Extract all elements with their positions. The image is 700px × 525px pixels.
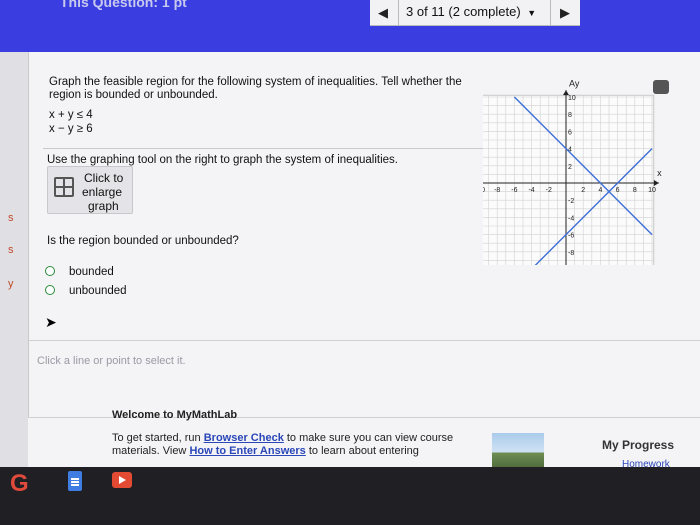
- x-tick-label: -2: [546, 187, 552, 194]
- screen: This Question: 1 pt ◀ 3 of 11 (2 complet…: [0, 0, 700, 525]
- prompt-line: Graph the feasible region for the follow…: [49, 76, 462, 88]
- x-tick-label: -4: [528, 187, 534, 194]
- option-bounded[interactable]: bounded: [45, 266, 114, 278]
- my-progress-link[interactable]: My Progress: [602, 438, 674, 452]
- play-icon[interactable]: [112, 472, 132, 488]
- taskbar: G: [0, 467, 700, 525]
- text: to make sure you can view course: [283, 432, 454, 444]
- section-divider: [43, 148, 497, 149]
- question-prompt: Graph the feasible region for the follow…: [49, 76, 469, 102]
- enter-answers-link[interactable]: How to Enter Answers: [189, 445, 305, 457]
- x-tick-label: -8: [494, 187, 500, 194]
- option-label: unbounded: [69, 285, 127, 297]
- text: To get started, run: [112, 432, 204, 444]
- x-tick-label: 2: [581, 187, 585, 194]
- option-unbounded[interactable]: unbounded: [45, 285, 127, 297]
- docs-icon[interactable]: [68, 471, 82, 491]
- edge-char: s: [8, 212, 14, 224]
- graphing-tool[interactable]: Ayx-10-8-6-4-2246810108642-2-4-6-8-10: [483, 80, 663, 265]
- text: materials. View: [112, 445, 190, 457]
- question-progress-dropdown[interactable]: 3 of 11 (2 complete) ▼: [406, 4, 536, 19]
- enlarge-graph-button[interactable]: Click to enlarge graph: [47, 166, 133, 214]
- prompt-line: region is bounded or unbounded.: [49, 89, 218, 101]
- edge-char: y: [8, 278, 14, 290]
- y-tick-label: 2: [568, 164, 572, 171]
- y-tick-label: -6: [568, 233, 574, 240]
- enlarge-grid-icon: [54, 177, 74, 197]
- previous-question-icon[interactable]: ◀: [374, 5, 392, 21]
- inequality-1: x + y ≤ 4: [49, 109, 93, 121]
- y-tick-label: -8: [568, 250, 574, 257]
- y-tick-label: 10: [568, 95, 576, 102]
- x-tick-label: -6: [511, 187, 517, 194]
- question-points-label: This Question: 1 pt: [60, 0, 187, 10]
- landscape-thumbnail: [492, 433, 544, 468]
- top-header: This Question: 1 pt ◀ 3 of 11 (2 complet…: [0, 0, 700, 52]
- text: to learn about entering: [305, 445, 419, 457]
- y-tick-label: 6: [568, 129, 572, 136]
- mouse-cursor-icon: ➤: [45, 314, 57, 330]
- radio-button[interactable]: [45, 285, 55, 295]
- divider: [550, 0, 551, 26]
- next-question-icon[interactable]: ▶: [556, 5, 574, 21]
- y-tick-label: 8: [568, 112, 572, 119]
- x-tick-label: 4: [598, 187, 602, 194]
- hint-text: Click a line or point to select it.: [37, 355, 186, 367]
- bounded-question: Is the region bounded or unbounded?: [47, 235, 239, 247]
- y-axis-label: Ay: [569, 80, 580, 89]
- x-tick-label: -10: [483, 187, 485, 194]
- getting-started-line-1: To get started, run Browser Check to mak…: [112, 432, 453, 444]
- dropdown-arrow-icon: ▼: [527, 8, 537, 18]
- y-tick-label: -2: [568, 198, 574, 205]
- x-axis-arrow: [653, 180, 659, 186]
- left-edge: s s y: [0, 52, 28, 467]
- getting-started-line-2: materials. View How to Enter Answers to …: [112, 445, 419, 457]
- enlarge-label-2: enlarge: [82, 185, 123, 199]
- y-tick-label: -4: [568, 215, 574, 222]
- inequality-2: x − y ≥ 6: [49, 123, 93, 135]
- radio-button[interactable]: [45, 266, 55, 276]
- graph-instruction: Use the graphing tool on the right to gr…: [47, 154, 398, 166]
- welcome-panel: Welcome to MyMathLab To get started, run…: [28, 409, 700, 470]
- google-icon[interactable]: G: [10, 470, 40, 500]
- option-label: bounded: [69, 266, 114, 278]
- divider: [398, 0, 399, 26]
- enlarge-label-3: graph: [88, 199, 119, 213]
- x-tick-label: 10: [648, 187, 656, 194]
- x-tick-label: 8: [633, 187, 637, 194]
- settings-icon[interactable]: [653, 80, 669, 94]
- browser-check-link[interactable]: Browser Check: [204, 432, 284, 444]
- enlarge-label-1: Click to: [84, 171, 124, 185]
- question-progress-label: 3 of 11 (2 complete): [406, 4, 521, 19]
- x-tick-label: 6: [616, 187, 620, 194]
- x-axis-label: x: [657, 168, 662, 178]
- question-navigator: ◀ 3 of 11 (2 complete) ▼ ▶: [370, 0, 580, 26]
- welcome-title: Welcome to MyMathLab: [112, 409, 238, 421]
- edge-char: s: [8, 244, 14, 256]
